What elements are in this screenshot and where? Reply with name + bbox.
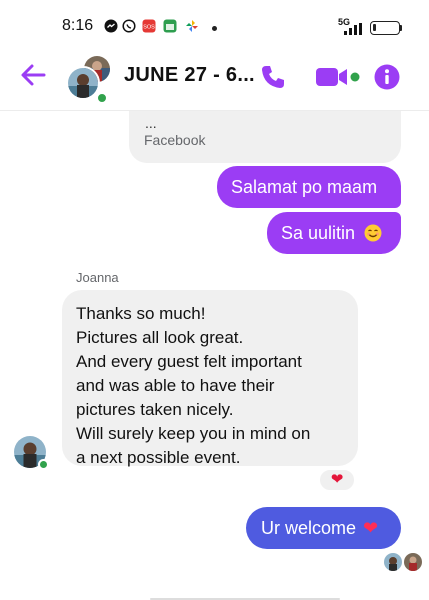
message-text: Sa uulitin bbox=[281, 223, 356, 243]
message-text: Salamat po maam bbox=[231, 177, 378, 197]
battery-icon bbox=[370, 21, 400, 35]
battery-tip bbox=[400, 25, 402, 31]
heart-emoji-icon: ❤ bbox=[363, 518, 379, 538]
message-line: Pictures all look great. bbox=[76, 328, 244, 347]
messenger-chat-screen: 8:16 SOS 5G JUNE 27 - 6... ... Facebook … bbox=[0, 0, 429, 600]
chat-title[interactable]: JUNE 27 - 6... bbox=[124, 64, 255, 87]
group-member-photo-2 bbox=[66, 66, 100, 100]
status-bar: 8:16 SOS 5G bbox=[0, 0, 429, 46]
heart-reaction[interactable]: ❤ bbox=[318, 468, 356, 492]
link-preview-card[interactable]: ... Facebook bbox=[129, 111, 401, 163]
message-line: Will surely keep you in mind on bbox=[76, 424, 311, 443]
message-line: Thanks so much! bbox=[76, 304, 206, 323]
calendar-app-icon bbox=[163, 19, 177, 33]
message-line: pictures taken nicely. bbox=[76, 400, 234, 419]
read-receipt-avatar-2 bbox=[404, 553, 422, 571]
info-icon[interactable] bbox=[374, 62, 400, 92]
battery-level-fill bbox=[373, 24, 376, 31]
outgoing-message[interactable]: Sa uulitin bbox=[267, 212, 401, 254]
sender-online-dot bbox=[38, 459, 49, 470]
outgoing-message[interactable]: Salamat po maam bbox=[217, 166, 401, 208]
messenger-notification-icon bbox=[104, 19, 118, 33]
message-line: And every guest felt important bbox=[76, 352, 302, 371]
whatsapp-notification-icon bbox=[122, 19, 136, 33]
chat-header: JUNE 27 - 6... bbox=[0, 46, 429, 108]
more-notifications-dot bbox=[212, 26, 217, 31]
back-arrow-icon[interactable] bbox=[18, 60, 48, 90]
link-preview-source: Facebook bbox=[144, 132, 206, 148]
svg-text:SOS: SOS bbox=[143, 25, 155, 31]
sender-name: Joanna bbox=[76, 270, 119, 285]
sos-app-icon: SOS bbox=[142, 19, 156, 33]
message-list[interactable]: ... Facebook Salamat po maam Sa uulitin … bbox=[0, 111, 429, 600]
outgoing-message[interactable]: Ur welcome ❤ bbox=[246, 507, 401, 549]
smiling-face-emoji-icon bbox=[364, 224, 382, 242]
online-status-dot bbox=[96, 92, 108, 104]
message-text: Ur welcome bbox=[261, 518, 357, 538]
incoming-message[interactable]: Thanks so much! Pictures all look great.… bbox=[62, 290, 358, 467]
message-line: a next possible event. bbox=[76, 448, 241, 467]
message-line: and was able to have their bbox=[76, 376, 275, 395]
group-avatar[interactable] bbox=[66, 54, 112, 104]
link-preview-ellipsis: ... bbox=[145, 115, 157, 131]
pinwheel-app-icon bbox=[186, 20, 198, 32]
status-time: 8:16 bbox=[62, 17, 94, 34]
phone-icon[interactable] bbox=[259, 62, 287, 92]
video-camera-icon[interactable] bbox=[315, 62, 361, 92]
read-receipt-avatar-1 bbox=[384, 553, 402, 571]
signal-strength-icon bbox=[344, 23, 362, 35]
